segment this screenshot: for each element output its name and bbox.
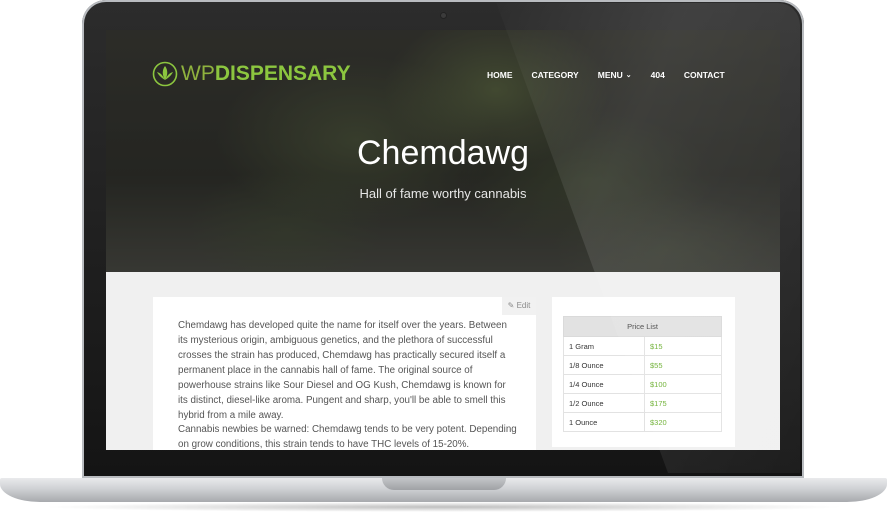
logo-text-dispensary: DISPENSARY — [214, 62, 351, 85]
price-label: 1 Gram — [563, 336, 645, 356]
article-paragraph-1: Chemdawg has developed quite the name fo… — [178, 320, 507, 421]
chevron-down-icon: ⌄ — [625, 72, 632, 79]
price-value: $175 — [644, 393, 722, 413]
nav-category-label: CATEGORY — [531, 70, 579, 80]
table-row: 1/4 Ounce $100 — [563, 374, 722, 394]
nav-menu[interactable]: MENU ⌄ — [598, 70, 632, 80]
edit-link[interactable]: ✎ Edit — [502, 297, 536, 315]
price-value: $55 — [644, 355, 722, 375]
price-label: 1 Ounce — [563, 412, 645, 432]
article-paragraph-2: Cannabis newbies be warned: Chemdawg ten… — [178, 424, 517, 450]
screen: WP DISPENSARY HOME CATEGORY MENU ⌄ 404 CO… — [106, 30, 780, 450]
logo-text-wp: WP — [181, 62, 215, 85]
main-nav: HOME CATEGORY MENU ⌄ 404 CONTACT — [487, 70, 744, 80]
price-value: $100 — [644, 374, 722, 394]
price-label: 1/2 Ounce — [563, 393, 645, 413]
leaf-icon — [152, 61, 178, 87]
nav-home-label: HOME — [487, 70, 513, 80]
laptop-shadow — [40, 502, 847, 512]
laptop-base-notch — [382, 478, 506, 490]
nav-menu-label: MENU — [597, 70, 623, 80]
nav-contact-label: CONTACT — [683, 70, 725, 80]
table-row: 1 Gram $15 — [563, 336, 722, 356]
webcam — [441, 13, 446, 18]
nav-404-label: 404 — [650, 70, 665, 80]
page-subtitle: Hall of fame worthy cannabis — [359, 186, 527, 201]
table-row: 1/2 Ounce $175 — [563, 393, 722, 413]
page-title: Chemdawg — [357, 134, 529, 172]
nav-contact[interactable]: CONTACT — [684, 70, 725, 80]
nav-home[interactable]: HOME — [487, 70, 513, 80]
price-value: $320 — [644, 412, 722, 432]
price-value: $15 — [644, 336, 722, 356]
article-card: ✎ Edit Chemdawg has developed quite the … — [153, 297, 536, 450]
table-row: 1 Ounce $320 — [563, 412, 722, 432]
price-sidebar: Price List 1 Gram $15 1/8 Ounce $55 1/4 … — [552, 297, 735, 447]
pencil-icon: ✎ — [507, 301, 515, 310]
table-row: 1/8 Ounce $55 — [563, 355, 722, 375]
price-table-heading: Price List — [563, 316, 722, 337]
site-logo[interactable]: WP DISPENSARY — [152, 61, 351, 87]
edit-label: Edit — [516, 301, 531, 310]
nav-category[interactable]: CATEGORY — [532, 70, 579, 80]
price-table: Price List 1 Gram $15 1/8 Ounce $55 1/4 … — [563, 316, 722, 432]
price-label: 1/8 Ounce — [563, 355, 645, 375]
price-label: 1/4 Ounce — [563, 374, 645, 394]
nav-404[interactable]: 404 — [651, 70, 665, 80]
